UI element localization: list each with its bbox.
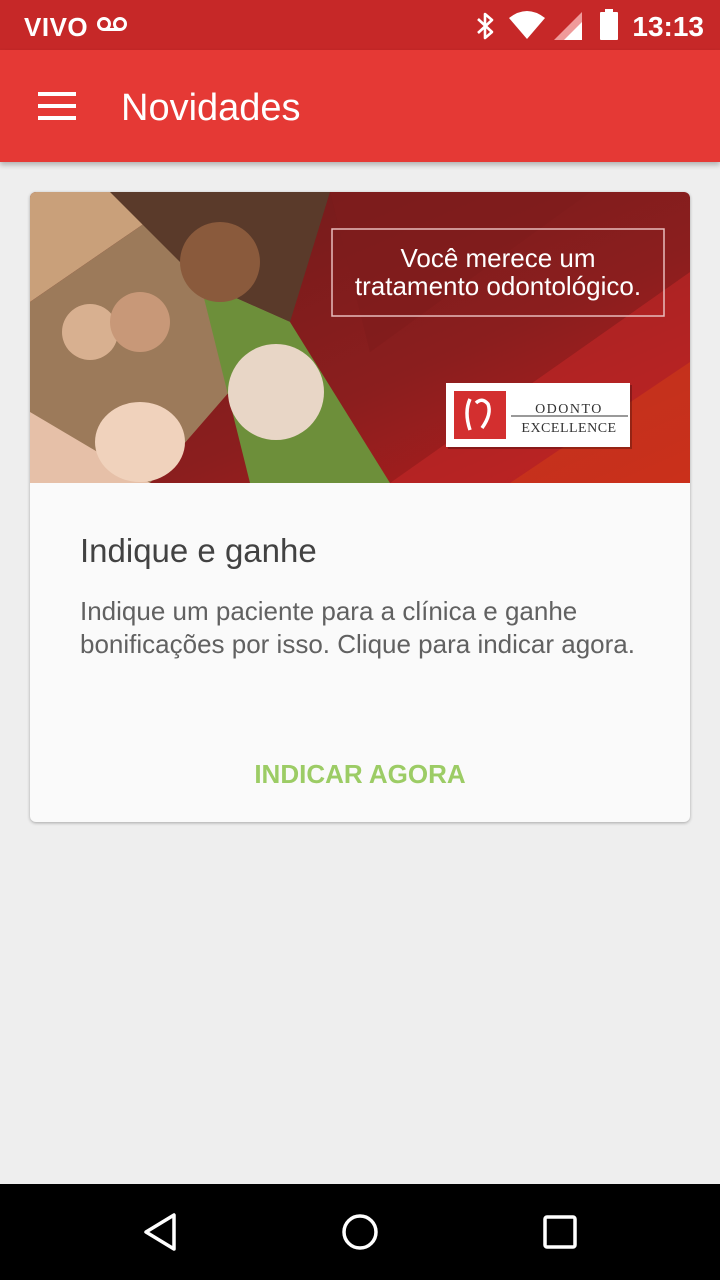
logo-text-odonto: ODONTO [535,402,603,417]
recents-icon[interactable] [542,1212,578,1252]
page-title: Novidades [121,87,301,129]
app-bar: Novidades [0,50,720,162]
logo-text-excellence: EXCELLENCE [521,421,616,436]
back-icon[interactable] [142,1212,178,1252]
banner-slogan-line1: Você merece um [400,243,595,273]
banner-slogan-line2: tratamento odontológico. [355,271,641,301]
status-bar: VIVO 13:13 [0,0,720,50]
card-body-text: Indique um paciente para a clínica e gan… [80,596,635,659]
signal-icon [554,12,582,40]
wifi-icon [509,11,545,39]
battery-icon [600,9,618,40]
hamburger-menu-icon[interactable] [38,92,76,120]
bluetooth-icon [477,12,494,40]
home-icon[interactable] [340,1212,380,1252]
odonto-excellence-logo [454,391,506,439]
promo-card: Você merece um tratamento odontológico. … [30,192,690,822]
clock: 13:13 [632,11,704,42]
voicemail-icon [97,17,127,31]
indicar-agora-button[interactable]: INDICAR AGORA [30,759,690,790]
promo-banner-image[interactable]: Você merece um tratamento odontológico. … [30,192,690,483]
card-headline: Indique e ganhe [80,532,317,569]
navigation-bar [0,1184,720,1280]
carrier-name: VIVO [24,12,89,42]
